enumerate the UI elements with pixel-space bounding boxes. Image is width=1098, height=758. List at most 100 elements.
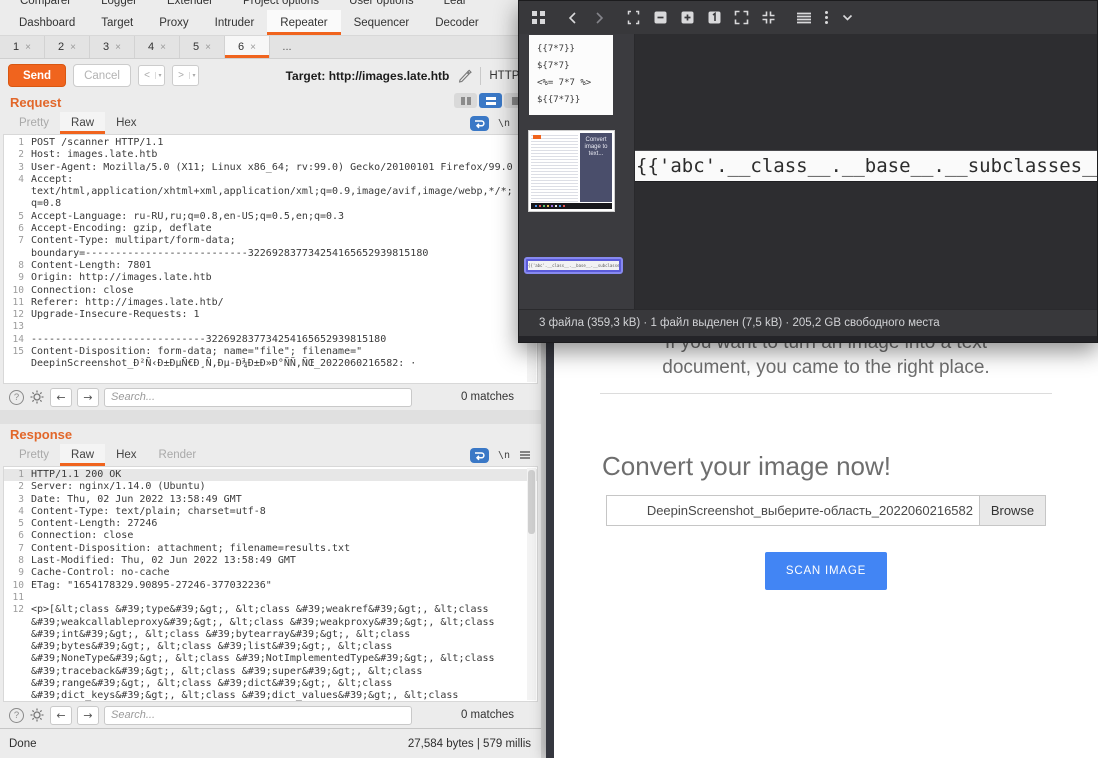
help-icon[interactable]: ? [9,390,24,405]
code-line: 5Accept-Language: ru-RU,ru;q=0.8,en-US;q… [4,211,537,223]
panel-divider[interactable] [0,410,541,424]
tab-extender[interactable]: Extender [167,0,213,7]
thumbnail-sidebar: {{7*7}}${7*7}<%= 7*7 %>${{7*7}} Converti… [519,34,635,309]
line-text: Content-Length: 27246 [31,518,157,530]
thumbnail-screenshot[interactable]: Convertimage totext... [528,130,615,212]
response-header: Response [0,424,541,444]
search-next-button[interactable]: → [77,388,99,407]
wrap-icon[interactable] [470,448,489,463]
search-prev-button[interactable]: ← [50,706,72,725]
close-icon[interactable]: × [70,42,76,53]
send-button[interactable]: Send [8,64,66,87]
history-back-button[interactable]: < ▾ [138,65,165,86]
response-editor[interactable]: 1HTTP/1.1 200 OK2Server: nginx/1.14.0 (U… [3,466,538,702]
tab-target[interactable]: Target [88,10,146,35]
line-text: Content-Type: multipart/form-data; [31,235,236,247]
shrink-icon[interactable] [761,10,776,25]
line-number: 6 [4,530,24,542]
repeater-tab-5[interactable]: 5× [180,36,225,58]
zoom-fit-icon[interactable] [626,10,641,25]
close-icon[interactable]: × [160,42,166,53]
request-tab-hex[interactable]: Hex [105,112,147,134]
cancel-button[interactable]: Cancel [73,64,131,87]
browse-button[interactable]: Browse [979,496,1045,525]
file-input[interactable]: DeepinScreenshot_выберите-область_202206… [606,495,1046,526]
tab-project-options[interactable]: Project options [243,0,319,7]
repeater-tab-1[interactable]: 1× [0,36,45,58]
request-tab-raw[interactable]: Raw [60,112,105,134]
gear-icon[interactable] [29,707,45,723]
fullscreen-icon[interactable] [734,10,749,25]
repeater-tab-4[interactable]: 4× [135,36,180,58]
search-input[interactable] [104,388,412,407]
chevron-down-icon[interactable]: ▾ [155,72,164,79]
close-icon[interactable]: × [115,42,121,53]
request-editor[interactable]: 1POST /scanner HTTP/1.12Host: images.lat… [3,134,538,384]
line-number [4,678,24,690]
line-text: Cache-Control: no-cache [31,567,169,579]
gear-icon[interactable] [29,389,45,405]
close-icon[interactable]: × [205,42,211,53]
search-prev-button[interactable]: ← [50,388,72,407]
close-icon[interactable]: × [25,42,31,53]
search-next-button[interactable]: → [77,706,99,725]
line-number [4,653,24,665]
newline-icon[interactable]: \n [498,450,510,461]
line-text: &#39;dict_keys&#39;&gt;, &lt;class &#39;… [31,690,458,702]
burp-window: Comparer Logger Extender Project options Use… [0,0,541,758]
line-text: DeepinScreenshot_Ð²Ñ‹Ð±ÐµÑ€Ð¸Ñ‚Ðµ-Ð¾Ð±Ð»… [31,358,416,370]
wrap-icon[interactable] [470,116,489,131]
pencil-icon[interactable] [457,68,472,83]
repeater-tab-overflow[interactable]: ... [270,36,304,58]
forward-icon[interactable] [592,11,606,25]
chevron-down-icon[interactable]: ▾ [189,72,198,79]
list-icon[interactable] [796,11,812,25]
search-input[interactable] [104,706,412,725]
repeater-tab-6[interactable]: 6× [225,36,270,58]
menu-icon[interactable] [519,450,531,460]
request-tab-pretty[interactable]: Pretty [8,112,60,134]
response-tab-raw[interactable]: Raw [60,444,105,466]
tab-logger[interactable]: Logger [101,0,137,7]
zoom-out-icon[interactable] [653,10,668,25]
line-number: 5 [4,518,24,530]
tab-dashboard[interactable]: Dashboard [6,10,88,35]
help-icon[interactable]: ? [9,708,24,723]
tab-sequencer[interactable]: Sequencer [341,10,423,35]
repeater-tab-2[interactable]: 2× [45,36,90,58]
layout-columns-icon[interactable] [454,93,477,108]
tab-lear[interactable]: Lear [444,0,467,7]
scrollbar-thumb[interactable] [528,470,535,534]
zoom-in-icon[interactable] [680,10,695,25]
layout-rows-icon[interactable] [479,93,502,108]
tab-proxy[interactable]: Proxy [146,10,201,35]
code-line: &#39;weakcallableproxy&#39;&gt;, &lt;cla… [4,617,537,629]
grid-icon[interactable] [531,10,546,25]
back-icon[interactable] [566,11,580,25]
tab-intruder[interactable]: Intruder [202,10,268,35]
image-preview-area[interactable]: {{'abc'.__class__.__base__.__subclasses_… [635,34,1097,309]
code-line: &#39;NoneType&#39;&gt;, &lt;class &#39;N… [4,653,537,665]
zoom-original-icon[interactable] [707,10,722,25]
kebab-icon[interactable] [824,10,829,25]
response-tab-pretty[interactable]: Pretty [8,444,60,466]
scan-image-button[interactable]: SCAN IMAGE [765,552,887,590]
close-icon[interactable]: × [250,42,256,53]
chevron-down-icon[interactable] [841,11,854,24]
thumbnail-text-payloads[interactable]: {{7*7}}${7*7}<%= 7*7 %>${{7*7}} [529,35,613,115]
repeater-tab-3[interactable]: 3× [90,36,135,58]
line-number [4,358,24,370]
line-text: q=0.8 [31,198,61,210]
response-tab-hex[interactable]: Hex [105,444,147,466]
thumbnail-selected-payload-image[interactable]: {{'abc'.__class__.__base__.__subclasses_… [524,257,623,274]
tab-user-options[interactable]: User options [349,0,414,7]
history-forward-button[interactable]: > ▾ [172,65,199,86]
newline-icon[interactable]: \n [498,118,510,129]
tab-repeater[interactable]: Repeater [267,10,340,35]
tab-comparer[interactable]: Comparer [20,0,71,7]
code-line: 11 [4,592,537,604]
response-tab-render[interactable]: Render [148,444,208,466]
response-scrollbar[interactable] [527,468,536,700]
code-line: 7Content-Type: multipart/form-data; [4,235,537,247]
tab-decoder[interactable]: Decoder [422,10,491,35]
